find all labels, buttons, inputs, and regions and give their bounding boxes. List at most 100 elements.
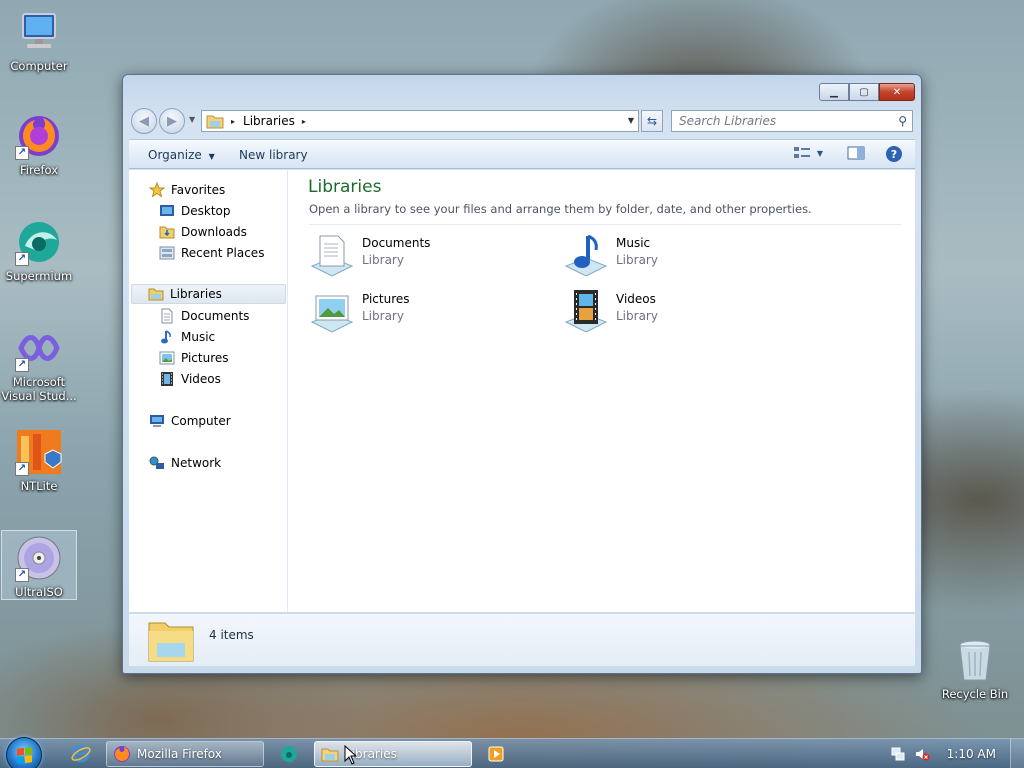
- ntlite-icon: ↗: [15, 428, 63, 476]
- taskbar-libraries[interactable]: Libraries: [314, 741, 472, 767]
- desktop-icon-ultraiso[interactable]: ↗ UltraISO: [1, 530, 77, 600]
- page-title: Libraries: [308, 177, 382, 197]
- documents-library-icon: [308, 232, 356, 280]
- library-pictures[interactable]: Pictures Library: [308, 288, 538, 338]
- recycle-bin-icon: [951, 636, 999, 684]
- nav-videos[interactable]: Videos: [159, 369, 221, 389]
- recent-places-icon: [159, 245, 175, 261]
- desktop-icon-computer[interactable]: Computer: [1, 8, 77, 73]
- nav-desktop[interactable]: Desktop: [159, 201, 231, 221]
- back-arrow-icon: ◀: [139, 113, 149, 129]
- navigation-pane: Favorites Desktop Downloads Recent Place…: [129, 170, 288, 612]
- library-type: Library: [362, 309, 404, 323]
- new-library-button[interactable]: New library: [239, 148, 308, 162]
- library-videos[interactable]: Videos Library: [562, 288, 792, 338]
- nav-favorites[interactable]: Favorites: [149, 180, 225, 200]
- taskbar-ie[interactable]: [71, 744, 91, 764]
- supermium-icon: [281, 746, 297, 762]
- organize-label: Organize: [148, 148, 202, 162]
- minimize-button[interactable]: ▁: [819, 83, 849, 101]
- cd-disc-icon: ↗: [15, 534, 63, 582]
- tray-volume[interactable]: [912, 744, 932, 764]
- tray-network[interactable]: [888, 744, 908, 764]
- taskbar-firefox[interactable]: Mozilla Firefox: [106, 741, 264, 767]
- recent-pages-dropdown[interactable]: ▼: [189, 115, 195, 124]
- windows-logo-icon: [17, 747, 32, 764]
- breadcrumb-root-arrow[interactable]: ▸: [231, 117, 235, 126]
- nav-label: Videos: [181, 372, 221, 386]
- forward-arrow-icon: ▶: [167, 113, 177, 129]
- library-documents[interactable]: Documents Library: [308, 232, 538, 282]
- nav-recent-places[interactable]: Recent Places: [159, 243, 264, 263]
- close-button[interactable]: ✕: [879, 83, 915, 101]
- address-bar[interactable]: ▸ Libraries ▸ ▼: [201, 110, 639, 132]
- close-icon: ✕: [892, 86, 902, 98]
- desktop-icon-label: Recycle Bin: [941, 687, 1009, 701]
- libraries-folder-icon: [206, 115, 224, 129]
- libraries-folder-icon: [148, 622, 194, 662]
- nav-libraries[interactable]: Libraries: [131, 284, 286, 304]
- shortcut-arrow-icon: ↗: [15, 252, 29, 266]
- desktop-icon-visual-studio[interactable]: ↗ Microsoft Visual Stud...: [1, 324, 77, 403]
- nav-label: Music: [181, 330, 216, 344]
- nav-label: Desktop: [181, 204, 231, 218]
- maximize-button[interactable]: ▢: [849, 83, 879, 101]
- search-icon[interactable]: ⚲: [898, 114, 907, 128]
- content-area: Favorites Desktop Downloads Recent Place…: [129, 170, 915, 613]
- show-desktop-button[interactable]: [1010, 739, 1024, 768]
- taskbar-media-player[interactable]: [486, 744, 506, 764]
- pictures-library-icon: [308, 288, 356, 336]
- address-dropdown-icon[interactable]: ▼: [628, 116, 634, 125]
- back-button[interactable]: ◀: [131, 108, 157, 134]
- divider: [309, 224, 901, 225]
- desktop-icon-recycle-bin[interactable]: Recycle Bin: [937, 636, 1013, 701]
- music-library-icon: [562, 232, 610, 280]
- search-placeholder: Search Libraries: [679, 114, 777, 128]
- star-icon: [149, 182, 165, 198]
- clock[interactable]: 1:10 AM: [947, 747, 996, 761]
- breadcrumb-libraries[interactable]: Libraries: [243, 114, 295, 128]
- nav-music[interactable]: Music: [159, 327, 215, 347]
- search-input[interactable]: Search Libraries ⚲: [671, 110, 913, 132]
- explorer-window[interactable]: ▁ ▢ ✕ ◀ ▶ ▼ ▸ Libraries ▸ ▼ ⇆ Search Lib…: [122, 74, 922, 674]
- nav-downloads[interactable]: Downloads: [159, 222, 247, 242]
- preview-pane-button[interactable]: [847, 145, 865, 161]
- nav-pictures[interactable]: Pictures: [159, 348, 229, 368]
- taskbar-label: Mozilla Firefox: [137, 747, 222, 761]
- library-name: Videos: [616, 292, 656, 306]
- visual-studio-icon: ↗: [15, 324, 63, 372]
- shortcut-arrow-icon: ↗: [15, 462, 29, 476]
- library-name: Documents: [362, 236, 431, 250]
- taskbar-supermium[interactable]: [279, 744, 299, 764]
- downloads-folder-icon: [159, 224, 175, 240]
- nav-network[interactable]: Network: [149, 453, 221, 473]
- desktop-icon: [159, 203, 175, 219]
- command-bar: Organize ▼ New library ▼ ?: [129, 139, 915, 169]
- network-icon: [149, 455, 165, 471]
- help-button[interactable]: ?: [885, 145, 903, 163]
- library-music[interactable]: Music Library: [562, 232, 792, 282]
- refresh-button[interactable]: ⇆: [641, 110, 663, 132]
- nav-label: Pictures: [181, 351, 229, 365]
- nav-computer[interactable]: Computer: [149, 411, 231, 431]
- library-name: Pictures: [362, 292, 410, 306]
- nav-documents[interactable]: Documents: [159, 306, 249, 326]
- shortcut-arrow-icon: ↗: [15, 358, 29, 372]
- libraries-folder-icon: [321, 748, 339, 762]
- desktop-icon-firefox[interactable]: ↗ Firefox: [1, 112, 77, 177]
- film-strip-icon: [159, 371, 175, 387]
- forward-button[interactable]: ▶: [159, 108, 185, 134]
- desktop-icon-label: Firefox: [19, 163, 59, 177]
- desktop-icon-ntlite[interactable]: ↗ NTLite: [1, 428, 77, 493]
- desktop-icon-supermium[interactable]: ↗ Supermium: [1, 218, 77, 283]
- change-view-button[interactable]: ▼: [793, 145, 823, 161]
- organize-button[interactable]: Organize ▼: [148, 148, 215, 162]
- item-count: 4 items: [209, 628, 254, 642]
- breadcrumb-arrow[interactable]: ▸: [302, 117, 306, 126]
- nav-label: Libraries: [170, 287, 222, 301]
- start-button[interactable]: [6, 737, 42, 768]
- desktop-icon-label: Computer: [10, 59, 68, 73]
- nav-label: Documents: [181, 309, 250, 323]
- desktop-icon-label: Microsoft Visual Stud...: [1, 375, 77, 403]
- pictures-icon: [159, 350, 175, 366]
